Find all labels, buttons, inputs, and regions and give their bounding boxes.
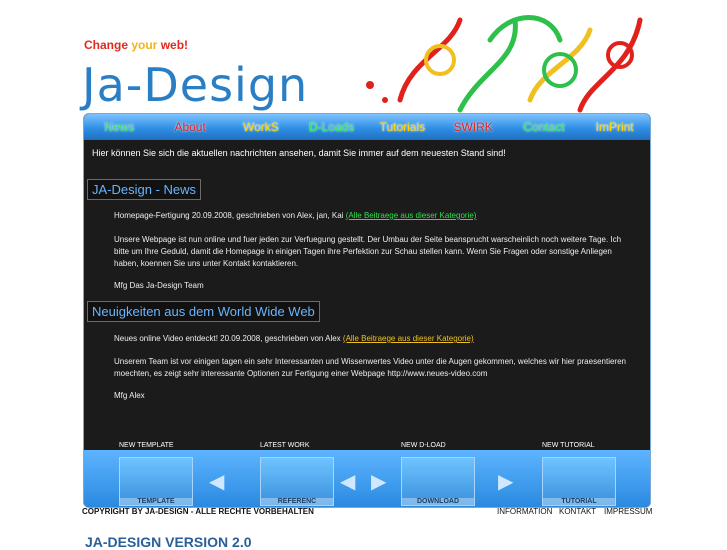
nav-news[interactable]: News <box>84 114 155 140</box>
tagline-part-1: Change <box>84 38 132 52</box>
section-title-news: JA-Design - News <box>87 179 202 200</box>
main-nav: News About WorkS D-Loads Tutorials SWIRK… <box>84 114 650 140</box>
post-meta-2-text: Neues online Video entdeckt! 20.09.2008,… <box>114 334 343 343</box>
nav-about[interactable]: About <box>155 114 226 140</box>
tagline: Change your web! <box>84 38 188 52</box>
copyright: COPYRIGHT BY JA-DESIGN - ALLE RECHTE VOR… <box>82 507 314 516</box>
post-body-1: Unsere Webpage ist nun online und fuer j… <box>114 235 622 268</box>
thumb-download[interactable]: DOWNLOAD <box>401 457 475 506</box>
arrow-left-icon-2[interactable]: ◀ <box>340 469 355 494</box>
thumb-tutorial[interactable]: TUTORIAL <box>542 457 616 506</box>
tagline-part-2: your <box>131 38 161 52</box>
arrow-left-icon[interactable]: ◀ <box>209 469 224 494</box>
post-body-2: Unserem Team ist vor einigen tagen ein s… <box>114 357 626 378</box>
label-new-tutorial: NEW TUTORIAL <box>542 442 595 449</box>
version-text: JA-DESIGN VERSION 2.0 <box>85 534 252 550</box>
site-logo[interactable]: Ja-Design <box>82 58 308 112</box>
thumb-tutorial-caption: TUTORIAL <box>543 498 615 505</box>
post-sign-2: Mfg Alex <box>114 391 145 400</box>
footer-link-kontakt[interactable]: KONTAKT <box>559 507 596 516</box>
footer-link-impressum[interactable]: IMPRESSUM <box>604 507 652 516</box>
nav-swirk[interactable]: SWIRK <box>438 114 509 140</box>
thumb-template-caption: TEMPLATE <box>120 498 192 505</box>
nav-works[interactable]: WorkS <box>226 114 297 140</box>
thumb-download-caption: DOWNLOAD <box>402 498 474 505</box>
category-link-1[interactable]: (Alle Beitraege aus dieser Kategorie) <box>346 211 477 220</box>
nav-imprint[interactable]: ImPrint <box>579 114 650 140</box>
post-meta-2: Neues online Video entdeckt! 20.09.2008,… <box>114 333 474 345</box>
post-meta-1: Homepage-Fertigung 20.09.2008, geschrieb… <box>114 210 476 222</box>
post-sign-1: Mfg Das Ja-Design Team <box>114 281 204 290</box>
section-title-web: Neuigkeiten aus dem World Wide Web <box>87 301 320 322</box>
category-link-2[interactable]: (Alle Beitraege aus dieser Kategorie) <box>343 334 474 343</box>
content-area: Hier können Sie sich die aktuellen nachr… <box>84 140 650 450</box>
main-frame: News About WorkS D-Loads Tutorials SWIRK… <box>83 113 651 508</box>
thumb-template[interactable]: TEMPLATE <box>119 457 193 506</box>
nav-dloads[interactable]: D-Loads <box>296 114 367 140</box>
thumb-reference[interactable]: REFERENC <box>260 457 334 506</box>
arrow-right-icon[interactable]: ▶ <box>498 469 513 494</box>
label-new-template: NEW TEMPLATE <box>119 442 174 449</box>
label-new-dload: NEW D-LOAD <box>401 442 446 449</box>
footer-link-information[interactable]: INFORMATION <box>497 507 552 516</box>
thumb-reference-caption: REFERENC <box>261 498 333 505</box>
floral-decoration <box>366 15 643 113</box>
tagline-part-3: web! <box>160 38 189 52</box>
nav-contact[interactable]: Contact <box>509 114 580 140</box>
intro-text: Hier können Sie sich die aktuellen nachr… <box>92 148 506 158</box>
nav-tutorials[interactable]: Tutorials <box>367 114 438 140</box>
label-latest-work: LATEST WORK <box>260 442 310 449</box>
arrow-right-icon-2[interactable]: ▶ <box>371 469 386 494</box>
post-meta-1-text: Homepage-Fertigung 20.09.2008, geschrieb… <box>114 211 346 220</box>
